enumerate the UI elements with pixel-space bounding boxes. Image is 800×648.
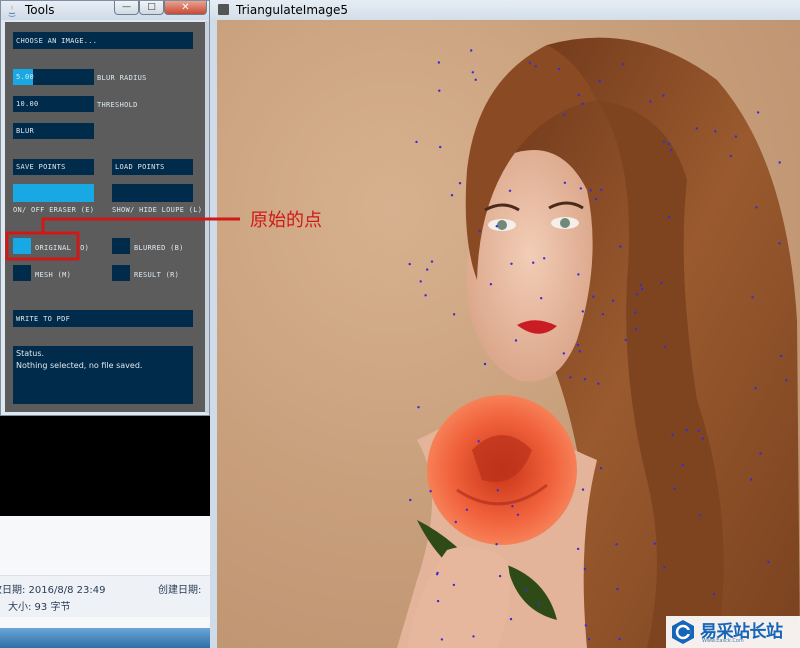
highlight-box (5, 231, 80, 261)
annotation-arrow-line (41, 217, 240, 233)
watermark-logo-icon (672, 620, 694, 644)
annotation-label: 原始的点 (250, 210, 322, 231)
watermark-subtext: Www.Easck.Com (702, 638, 744, 644)
watermark: 易采站长站 Www.Easck.Com (666, 616, 800, 648)
annotation-overlay (5, 217, 240, 261)
